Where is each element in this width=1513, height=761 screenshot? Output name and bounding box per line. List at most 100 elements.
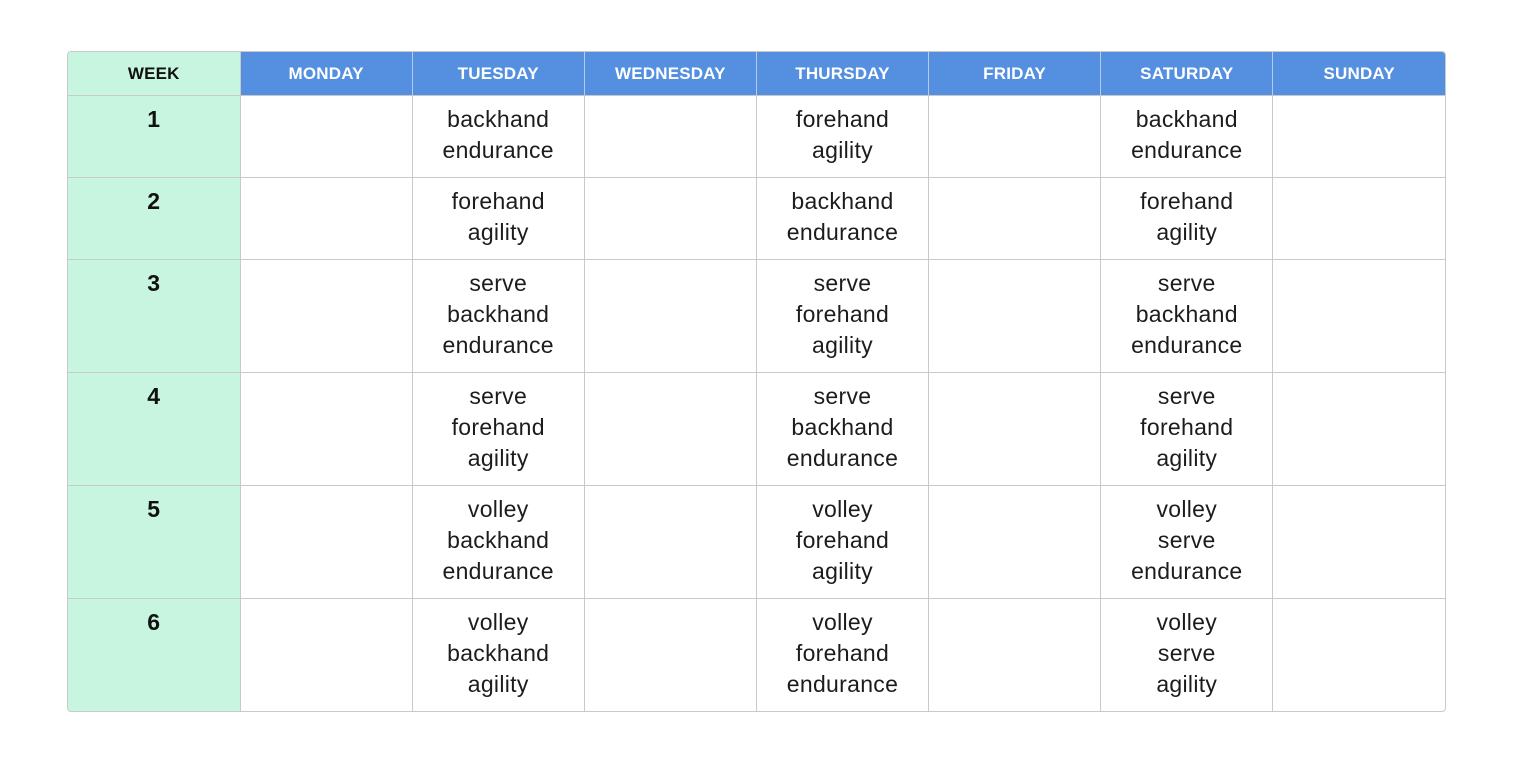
- training-schedule-table: WEEK MONDAY TUESDAY WEDNESDAY THURSDAY F…: [67, 51, 1446, 712]
- saturday-cell: volley serve endurance: [1100, 485, 1274, 599]
- wednesday-cell: [584, 372, 757, 486]
- sunday-cell: [1272, 95, 1445, 178]
- activity: backhand: [447, 640, 550, 666]
- activity: forehand: [795, 640, 890, 666]
- activity: agility: [467, 671, 529, 697]
- table-row: 2 forehand agility backhand endurance fo…: [68, 177, 1445, 260]
- monday-column-header: MONDAY: [240, 52, 413, 96]
- activity: forehand: [451, 188, 545, 214]
- week-number: 5: [68, 485, 241, 599]
- friday-cell: [928, 372, 1102, 486]
- friday-cell: [928, 95, 1102, 178]
- activity: volley: [1156, 609, 1218, 635]
- activity: serve: [1157, 270, 1216, 296]
- thursday-column-header: THURSDAY: [756, 52, 930, 96]
- activity: serve: [469, 383, 528, 409]
- sunday-column-header: SUNDAY: [1272, 52, 1445, 96]
- saturday-column-header: SATURDAY: [1100, 52, 1274, 96]
- thursday-cell: serve forehand agility: [756, 259, 930, 373]
- monday-cell: [240, 372, 413, 486]
- table-row: 1 backhand endurance forehand agility ba…: [68, 95, 1445, 178]
- week-number: 4: [68, 372, 241, 486]
- tuesday-cell: volley backhand agility: [412, 598, 585, 711]
- activity: backhand: [791, 188, 894, 214]
- sunday-cell: [1272, 259, 1445, 373]
- saturday-cell: forehand agility: [1100, 177, 1274, 260]
- sunday-cell: [1272, 372, 1445, 486]
- activity: forehand: [1140, 414, 1234, 440]
- activity: serve: [1157, 527, 1216, 553]
- header-row: WEEK MONDAY TUESDAY WEDNESDAY THURSDAY F…: [68, 52, 1445, 96]
- thursday-cell: volley forehand endurance: [756, 598, 930, 711]
- week-number: 6: [68, 598, 241, 711]
- tuesday-cell: serve forehand agility: [412, 372, 585, 486]
- activity: endurance: [442, 332, 554, 358]
- friday-cell: [928, 598, 1102, 711]
- sunday-cell: [1272, 485, 1445, 599]
- week-number: 2: [68, 177, 241, 260]
- activity: agility: [812, 558, 873, 584]
- monday-cell: [240, 95, 413, 178]
- friday-cell: [928, 259, 1102, 373]
- activity: endurance: [442, 137, 554, 163]
- activity: backhand: [791, 414, 894, 440]
- monday-cell: [240, 177, 413, 260]
- table-row: 4 serve forehand agility serve backhand …: [68, 372, 1445, 486]
- activity: backhand: [1135, 301, 1238, 327]
- activity: backhand: [447, 527, 550, 553]
- activity: forehand: [795, 527, 890, 553]
- sunday-cell: [1272, 598, 1445, 711]
- wednesday-cell: [584, 177, 757, 260]
- tuesday-cell: serve backhand endurance: [412, 259, 585, 373]
- friday-cell: [928, 485, 1102, 599]
- monday-cell: [240, 259, 413, 373]
- wednesday-cell: [584, 598, 757, 711]
- activity: agility: [1156, 671, 1218, 697]
- monday-cell: [240, 598, 413, 711]
- activity: forehand: [795, 301, 890, 327]
- thursday-cell: forehand agility: [756, 95, 930, 178]
- wednesday-cell: [584, 485, 757, 599]
- activity: backhand: [447, 106, 550, 132]
- tuesday-cell: volley backhand endurance: [412, 485, 585, 599]
- wednesday-cell: [584, 259, 757, 373]
- activity: volley: [1156, 496, 1218, 522]
- thursday-cell: backhand endurance: [756, 177, 930, 260]
- activity: endurance: [1131, 332, 1243, 358]
- table-row: 6 volley backhand agility volley forehan…: [68, 598, 1445, 711]
- activity: agility: [467, 445, 529, 471]
- activity: agility: [1156, 445, 1218, 471]
- activity: backhand: [447, 301, 550, 327]
- activity: serve: [1157, 383, 1216, 409]
- week-number: 1: [68, 95, 241, 178]
- activity: agility: [812, 332, 873, 358]
- saturday-cell: volley serve agility: [1100, 598, 1274, 711]
- activity: forehand: [451, 414, 545, 440]
- activity: endurance: [1131, 137, 1243, 163]
- week-column-header: WEEK: [68, 52, 241, 96]
- activity: forehand: [795, 106, 890, 132]
- thursday-cell: serve backhand endurance: [756, 372, 930, 486]
- saturday-cell: serve backhand endurance: [1100, 259, 1274, 373]
- activity: serve: [469, 270, 528, 296]
- activity: volley: [467, 609, 529, 635]
- activity: forehand: [1140, 188, 1234, 214]
- activity: endurance: [786, 671, 899, 697]
- activity: serve: [813, 270, 872, 296]
- activity: endurance: [786, 219, 899, 245]
- thursday-cell: volley forehand agility: [756, 485, 930, 599]
- friday-cell: [928, 177, 1102, 260]
- activity: serve: [1157, 640, 1216, 666]
- saturday-cell: backhand endurance: [1100, 95, 1274, 178]
- activity: backhand: [1135, 106, 1238, 132]
- tuesday-cell: forehand agility: [412, 177, 585, 260]
- table-row: 5 volley backhand endurance volley foreh…: [68, 485, 1445, 599]
- friday-column-header: FRIDAY: [928, 52, 1102, 96]
- activity: volley: [812, 609, 873, 635]
- tuesday-column-header: TUESDAY: [412, 52, 585, 96]
- monday-cell: [240, 485, 413, 599]
- sunday-cell: [1272, 177, 1445, 260]
- wednesday-column-header: WEDNESDAY: [584, 52, 757, 96]
- wednesday-cell: [584, 95, 757, 178]
- activity: endurance: [442, 558, 554, 584]
